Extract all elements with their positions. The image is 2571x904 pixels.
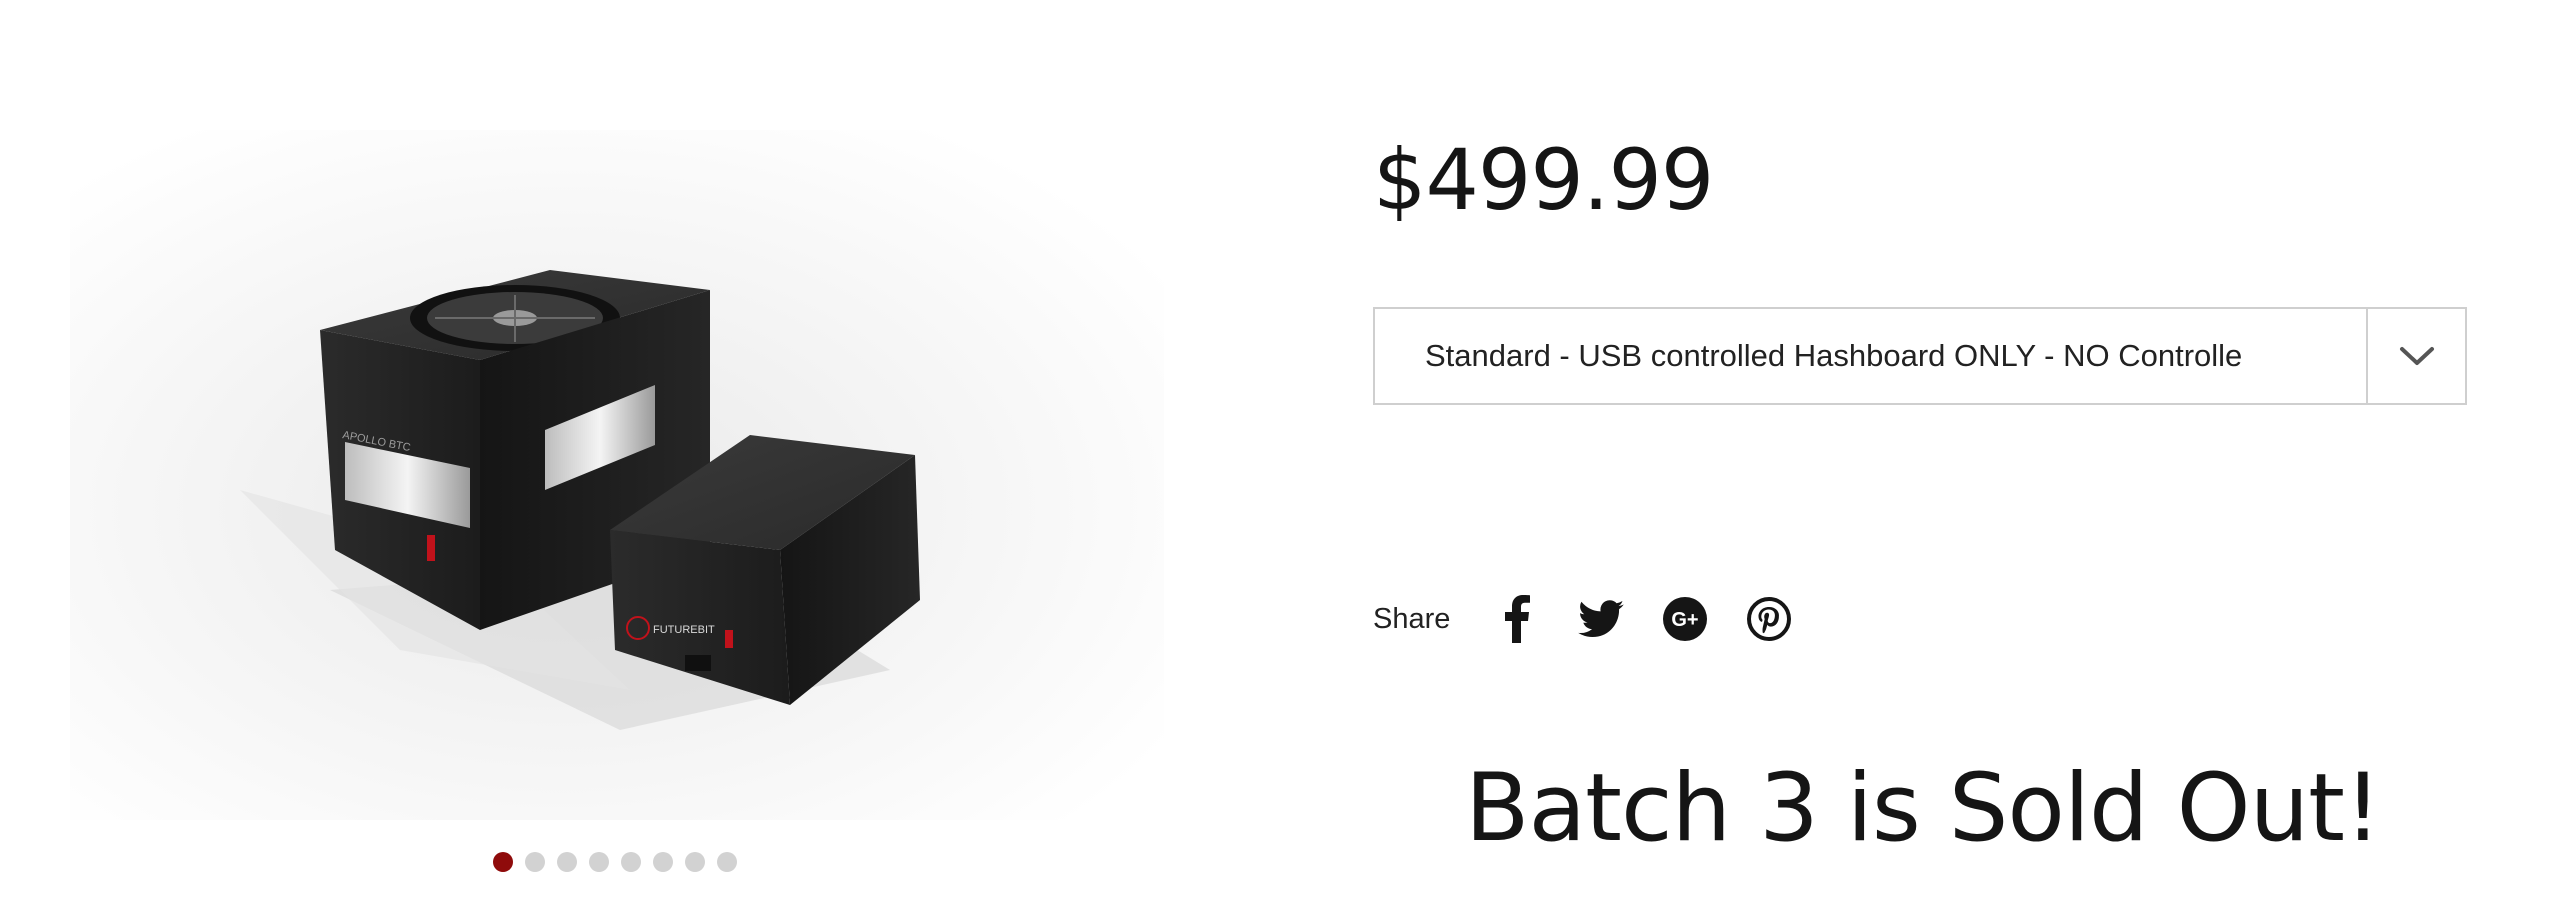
gallery-dot[interactable] (685, 852, 705, 872)
share-label: Share (1373, 602, 1451, 635)
gallery-dot[interactable] (525, 852, 545, 872)
variant-select-toggle[interactable] (2366, 309, 2465, 403)
gallery-pagination (493, 852, 737, 872)
gallery-dot[interactable] (653, 852, 673, 872)
gallery-dot[interactable] (557, 852, 577, 872)
facebook-icon[interactable] (1494, 595, 1540, 643)
variant-select-value: Standard - USB controlled Hashboard ONLY… (1425, 338, 2243, 373)
pinterest-icon[interactable] (1746, 596, 1792, 642)
twitter-icon[interactable] (1578, 596, 1625, 642)
gallery-dot[interactable] (493, 852, 513, 872)
chevron-down-icon (2399, 347, 2434, 365)
google-plus-icon[interactable]: G+ (1662, 596, 1708, 642)
share-bar: Share G+ (1373, 595, 1830, 643)
side-unit-logo: FUTUREBIT (653, 624, 715, 636)
sold-out-message: Batch 3 is Sold Out! (1465, 754, 2382, 863)
variant-select[interactable]: Standard - USB controlled Hashboard ONLY… (1373, 307, 2467, 405)
gallery-dot[interactable] (621, 852, 641, 872)
svg-text:G+: G+ (1672, 609, 1699, 631)
product-image[interactable]: APOLLO BTC FUTUREBIT (70, 130, 1164, 820)
gallery-dot[interactable] (589, 852, 609, 872)
product-page: APOLLO BTC FUTUREBIT $499.99 Standard - … (0, 0, 2571, 904)
gallery-dot[interactable] (717, 852, 737, 872)
product-price: $499.99 (1373, 131, 1714, 229)
